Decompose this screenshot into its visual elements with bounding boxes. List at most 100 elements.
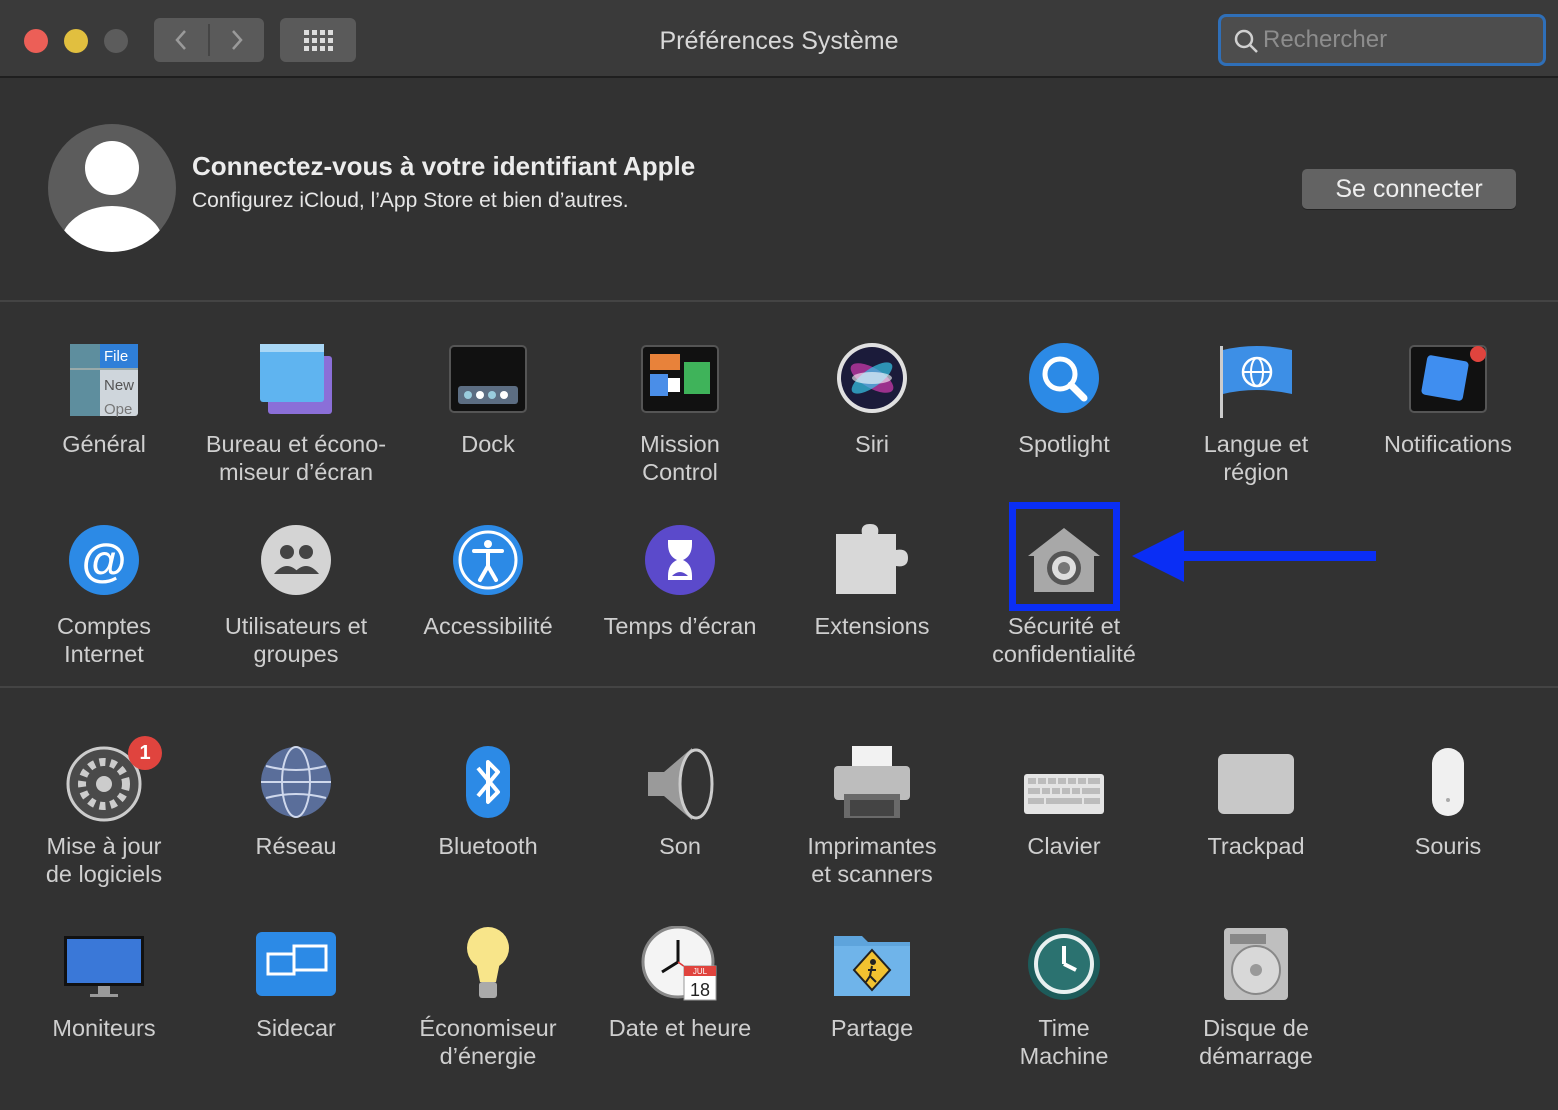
pane-sound[interactable]: Son <box>584 744 776 904</box>
svg-text:Ope: Ope <box>104 401 132 418</box>
pane-mission-control[interactable]: Mission Control <box>584 342 776 502</box>
light-bulb-icon <box>467 927 509 998</box>
title-bar: Préférences Système <box>0 0 1558 78</box>
avatar[interactable] <box>48 124 176 252</box>
pane-label: Accessibilité <box>423 613 553 639</box>
mission-control-icon <box>641 345 719 413</box>
pane-label: Notifications <box>1384 431 1512 457</box>
pane-label: Siri <box>855 431 889 457</box>
display-icon <box>64 936 144 997</box>
pane-software-update[interactable]: 1 Mise à jour de logiciels <box>8 736 200 904</box>
hard-disk-icon <box>1224 928 1288 1000</box>
highlight-box <box>1009 502 1120 611</box>
pane-label: Langue et région <box>1203 431 1309 485</box>
flag-globe-icon <box>1220 346 1292 418</box>
pane-extensions[interactable]: Extensions <box>776 524 968 684</box>
pane-label: Clavier <box>1027 833 1101 859</box>
dock-icon <box>449 345 527 413</box>
pane-label: Utilisateurs et groupes <box>224 613 368 667</box>
pane-label: Général <box>62 431 146 457</box>
at-sign-icon: @ <box>69 525 139 595</box>
pane-desktop-screensaver[interactable]: Bureau et écono-miseur d’écran <box>200 342 392 502</box>
apple-id-subtitle: Configurez iCloud, l’App Store et bien d… <box>192 189 629 212</box>
hourglass-icon <box>645 525 715 595</box>
general-icon: File New Ope <box>70 344 138 418</box>
pane-label: Souris <box>1414 833 1482 859</box>
notifications-icon <box>1409 345 1487 413</box>
pane-label: Comptes Internet <box>56 613 152 667</box>
svg-text:File: File <box>104 348 128 365</box>
trackpad-icon <box>1218 754 1294 814</box>
arrow-left-icon <box>1132 530 1376 582</box>
pane-label: Imprimantes et scanners <box>807 833 937 887</box>
sign-in-button[interactable]: Se connecter <box>1302 169 1516 209</box>
pane-network[interactable]: Réseau <box>200 744 392 904</box>
pane-label: Mise à jour de logiciels <box>45 833 163 887</box>
pane-internet-accounts[interactable]: @ Comptes Internet <box>8 524 200 684</box>
pane-label: Moniteurs <box>52 1015 156 1041</box>
pane-printers-scanners[interactable]: Imprimantes et scanners <box>776 744 968 904</box>
svg-text:JUL: JUL <box>693 967 708 976</box>
network-globe-icon <box>261 746 331 818</box>
sharing-folder-icon <box>834 936 910 996</box>
pane-general[interactable]: File New Ope Général <box>8 342 200 502</box>
pane-label: Bureau et écono-miseur d’écran <box>205 431 387 485</box>
pane-label: Son <box>659 833 701 859</box>
apple-id-banner: Connectez-vous à votre identifiant Apple… <box>0 78 1558 302</box>
accessibility-icon <box>453 525 523 595</box>
pane-label: Extensions <box>814 613 930 639</box>
svg-text:@: @ <box>82 534 127 586</box>
search-input[interactable] <box>1263 23 1533 57</box>
pane-spotlight[interactable]: Spotlight <box>968 342 1160 502</box>
pane-label: Dock <box>461 431 515 457</box>
pane-label: Bluetooth <box>438 833 538 859</box>
siri-icon <box>837 343 907 413</box>
pane-sidecar[interactable]: Sidecar <box>200 926 392 1086</box>
pane-displays[interactable]: Moniteurs <box>8 926 200 1086</box>
pane-startup-disk[interactable]: Disque de démarrage <box>1160 926 1352 1086</box>
pane-label: Temps d’écran <box>603 613 757 639</box>
pane-siri[interactable]: Siri <box>776 342 968 502</box>
pane-accessibility[interactable]: Accessibilité <box>392 524 584 684</box>
pane-screen-time[interactable]: Temps d’écran <box>584 524 776 684</box>
desktop-screensaver-icon <box>260 344 332 414</box>
pane-bluetooth[interactable]: Bluetooth <box>392 744 584 904</box>
pane-dock[interactable]: Dock <box>392 342 584 502</box>
users-icon <box>261 525 331 595</box>
pane-users-groups[interactable]: Utilisateurs et groupes <box>200 524 392 684</box>
pane-label: Spotlight <box>1018 431 1110 457</box>
pane-label: Date et heure <box>608 1015 752 1041</box>
pane-language-region[interactable]: Langue et région <box>1160 342 1352 502</box>
section-divider <box>0 686 1558 688</box>
time-machine-icon <box>1028 928 1100 1000</box>
pane-label: Trackpad <box>1207 833 1305 859</box>
printer-icon <box>834 746 910 818</box>
user-silhouette-icon <box>60 141 164 252</box>
spotlight-icon <box>1029 343 1099 413</box>
mouse-icon <box>1432 748 1464 816</box>
pane-time-machine[interactable]: Time Machine <box>968 926 1160 1086</box>
pane-energy-saver[interactable]: Économiseur d’énergie <box>392 926 584 1086</box>
pane-label: Partage <box>830 1015 914 1041</box>
update-count-badge: 1 <box>128 736 162 770</box>
pane-trackpad[interactable]: Trackpad <box>1160 744 1352 904</box>
pane-label: Disque de démarrage <box>1199 1015 1313 1069</box>
search-field[interactable] <box>1218 14 1546 66</box>
pane-label: Mission Control <box>640 431 720 485</box>
svg-text:New: New <box>104 377 134 394</box>
keyboard-icon <box>1024 774 1104 814</box>
sidecar-icon <box>256 932 336 996</box>
pane-notifications[interactable]: Notifications <box>1352 342 1544 502</box>
pane-sharing[interactable]: Partage <box>776 926 968 1086</box>
pane-label: Sidecar <box>256 1015 336 1041</box>
apple-id-title: Connectez-vous à votre identifiant Apple <box>192 151 696 181</box>
pane-label: Time Machine <box>1019 1015 1109 1069</box>
pane-date-time[interactable]: JUL 18 Date et heure <box>584 926 776 1086</box>
clock-calendar-icon: JUL 18 <box>641 926 717 1001</box>
svg-text:18: 18 <box>690 980 710 1000</box>
pane-label: Économiseur d’énergie <box>419 1015 557 1069</box>
pane-mouse[interactable]: Souris <box>1352 744 1544 904</box>
pane-keyboard[interactable]: Clavier <box>968 744 1160 904</box>
puzzle-piece-icon <box>836 524 908 594</box>
pane-label: Réseau <box>255 833 337 859</box>
